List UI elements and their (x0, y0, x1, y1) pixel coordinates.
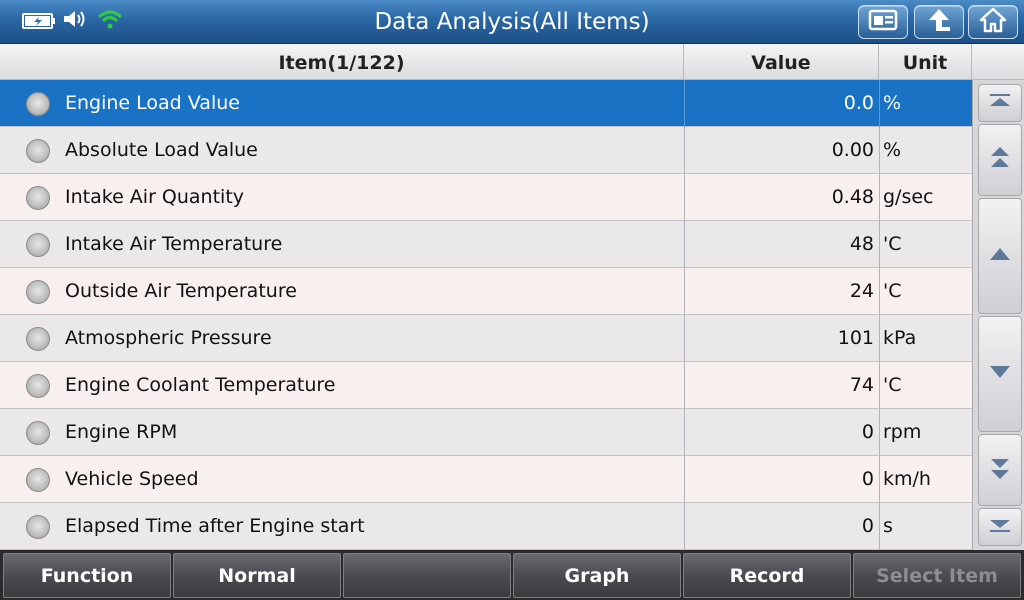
table-row[interactable]: Vehicle Speed 0 km/h (0, 456, 972, 503)
item-value: 74 (684, 362, 874, 409)
item-value: 0 (684, 409, 874, 456)
item-name: Engine RPM (65, 421, 178, 443)
home-button[interactable] (968, 5, 1018, 39)
item-unit: % (879, 80, 972, 127)
radio-button-icon[interactable] (26, 139, 50, 163)
radio-button-icon[interactable] (26, 327, 50, 351)
page-up-icon (988, 146, 1012, 174)
scroll-bottom-icon (988, 517, 1012, 537)
item-name: Outside Air Temperature (65, 280, 297, 302)
radio-button-icon[interactable] (26, 421, 50, 445)
table-row[interactable]: Absolute Load Value 0.00 % (0, 127, 972, 174)
table-row[interactable]: Engine Coolant Temperature 74 'C (0, 362, 972, 409)
scroll-bottom-button[interactable] (978, 508, 1022, 546)
line-up-icon (988, 246, 1012, 266)
radio-button-icon[interactable] (26, 280, 50, 304)
id-card-icon (868, 9, 898, 35)
line-down-icon (988, 364, 1012, 384)
scroll-top-icon (988, 93, 1012, 113)
scroll-column (972, 80, 1024, 550)
column-header-unit[interactable]: Unit (879, 44, 972, 80)
back-arrow-icon (925, 7, 953, 37)
table-row[interactable]: Engine Load Value 0.0 % (0, 80, 972, 127)
item-name: Intake Air Temperature (65, 233, 283, 255)
radio-button-icon[interactable] (26, 233, 50, 257)
line-up-button[interactable] (978, 198, 1022, 314)
radio-button-icon[interactable] (26, 374, 50, 398)
item-unit: s (879, 503, 972, 550)
item-unit: kPa (879, 315, 972, 362)
page-up-button[interactable] (978, 124, 1022, 196)
item-value: 101 (684, 315, 874, 362)
item-unit: 'C (879, 362, 972, 409)
radio-button-icon[interactable] (26, 186, 50, 210)
item-value: 0.00 (684, 127, 874, 174)
item-value: 24 (684, 268, 874, 315)
page-down-icon (988, 456, 1012, 484)
item-name: Engine Coolant Temperature (65, 374, 336, 396)
item-value: 0.0 (684, 80, 874, 127)
column-header-item[interactable]: Item(1/122) (0, 44, 684, 80)
blank-button[interactable] (343, 553, 511, 598)
item-unit: 'C (879, 268, 972, 315)
item-name: Elapsed Time after Engine start (65, 515, 365, 537)
normal-button[interactable]: Normal (173, 553, 341, 598)
select-item-button[interactable]: Select Item (853, 553, 1021, 598)
record-button[interactable]: Record (683, 553, 851, 598)
home-icon (979, 7, 1007, 37)
item-name: Engine Load Value (65, 92, 240, 114)
graph-button[interactable]: Graph (513, 553, 681, 598)
data-table: Engine Load Value 0.0 % Absolute Load Va… (0, 80, 972, 550)
item-name: Atmospheric Pressure (65, 327, 272, 349)
page-down-button[interactable] (978, 434, 1022, 506)
function-bar: Function Normal Graph Record Select Item (0, 550, 1024, 600)
radio-button-icon[interactable] (26, 515, 50, 539)
item-value: 0 (684, 503, 874, 550)
line-down-button[interactable] (978, 316, 1022, 432)
scroll-top-button[interactable] (978, 84, 1022, 122)
radio-button-icon[interactable] (26, 92, 50, 116)
function-button[interactable]: Function (3, 553, 171, 598)
item-name: Absolute Load Value (65, 139, 258, 161)
id-card-button[interactable] (858, 5, 908, 39)
table-row[interactable]: Engine RPM 0 rpm (0, 409, 972, 456)
item-unit: km/h (879, 456, 972, 503)
table-row[interactable]: Elapsed Time after Engine start 0 s (0, 503, 972, 550)
table-header: Item(1/122) Value Unit (0, 44, 1024, 80)
item-unit: rpm (879, 409, 972, 456)
back-button[interactable] (914, 5, 964, 39)
item-name: Intake Air Quantity (65, 186, 245, 208)
title-bar: Data Analysis(All Items) (0, 0, 1024, 44)
item-unit: 'C (879, 221, 972, 268)
item-name: Vehicle Speed (65, 468, 199, 490)
item-unit: g/sec (879, 174, 972, 221)
item-unit: % (879, 127, 972, 174)
column-header-spacer (972, 44, 1024, 80)
column-header-value[interactable]: Value (684, 44, 879, 80)
table-row[interactable]: Atmospheric Pressure 101 kPa (0, 315, 972, 362)
radio-button-icon[interactable] (26, 468, 50, 492)
table-row[interactable]: Intake Air Quantity 0.48 g/sec (0, 174, 972, 221)
item-value: 0.48 (684, 174, 874, 221)
table-row[interactable]: Outside Air Temperature 24 'C (0, 268, 972, 315)
item-value: 48 (684, 221, 874, 268)
item-value: 0 (684, 456, 874, 503)
table-row[interactable]: Intake Air Temperature 48 'C (0, 221, 972, 268)
